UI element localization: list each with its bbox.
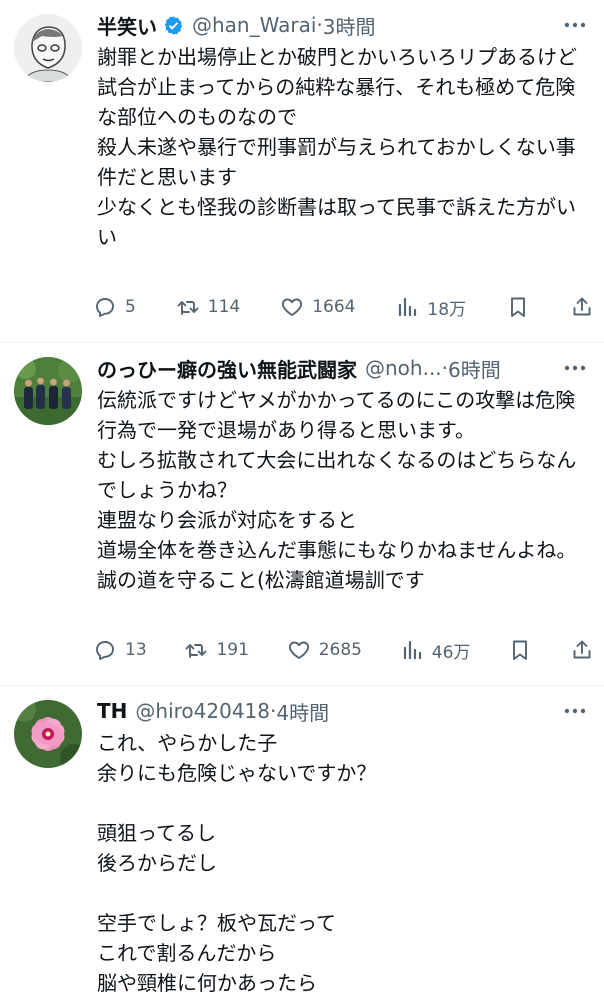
views-count: 18万 (427, 299, 467, 320)
reply-button[interactable]: 5 (93, 295, 136, 319)
retweet-count: 114 (207, 297, 241, 317)
share-button[interactable] (570, 295, 594, 319)
bookmark-icon (513, 640, 528, 660)
tweet-header: TH @hiro420418 · 4時間 (97, 694, 590, 728)
share-button[interactable] (570, 638, 594, 662)
retweet-count: 191 (216, 640, 249, 660)
heart-icon (282, 298, 303, 316)
retweet-icon (185, 644, 207, 658)
display-name[interactable]: TH (97, 699, 127, 723)
timestamp[interactable]: 3時間 (323, 11, 376, 40)
user-handle[interactable]: @hiro420418 (135, 699, 270, 723)
reply-icon (96, 641, 114, 660)
bookmark-icon (511, 297, 525, 317)
bookmark-button[interactable] (506, 295, 530, 319)
reply-icon (96, 298, 114, 317)
views-count: 46万 (431, 642, 471, 663)
retweet-button[interactable]: 191 (184, 638, 249, 662)
user-handle[interactable]: @han_Warai (192, 13, 316, 37)
reply-count: 13 (125, 640, 147, 660)
tweet-3[interactable]: TH @hiro420418 · 4時間 これ、やらかした子 余りにも危険じゃな… (0, 686, 604, 999)
more-options-icon[interactable] (562, 698, 588, 724)
timestamp[interactable]: 4時間 (276, 697, 329, 726)
tweet-header: 半笑い @han_Warai · 3時間 (97, 8, 590, 42)
tweet-text: これ、やらかした子 余りにも危険じゃないですか？ 頭狙ってるし 後ろからだし 空… (97, 731, 377, 995)
like-button[interactable]: 1664 (280, 295, 355, 319)
views-button[interactable]: 46万 (400, 638, 471, 663)
tweet-2[interactable]: のっひー癖の強い無能武闘家 @noh... · 6時間 伝統派ですけどヤメがかか… (0, 343, 604, 686)
reply-button[interactable]: 13 (93, 638, 147, 662)
reply-count: 5 (125, 297, 136, 317)
display-name[interactable]: のっひー癖の強い無能武闘家 (97, 354, 357, 383)
tweet-text: 伝統派ですけどヤメがかかってるのにこの攻撃は危険行為で一発で退場があり得ると思い… (97, 388, 577, 592)
like-count: 1664 (312, 297, 356, 317)
avatar[interactable] (14, 357, 82, 425)
tweet-actions: 5 114 1664 18万 (93, 289, 594, 325)
more-options-icon[interactable] (562, 12, 588, 38)
heart-icon (288, 641, 309, 659)
more-options-icon[interactable] (562, 355, 588, 381)
tweet-text: 謝罪とか出場停止とか破門とかいろいろリプあるけど 試合が止まってからの純粋な暴行… (97, 45, 577, 249)
tweet-actions: 13 191 2685 46万 (93, 632, 594, 668)
display-name[interactable]: 半笑い (97, 11, 157, 40)
retweet-icon (177, 301, 199, 315)
verified-badge-icon (163, 15, 184, 36)
views-icon (399, 297, 417, 317)
avatar[interactable] (14, 700, 82, 768)
share-icon (573, 297, 591, 316)
retweet-button[interactable]: 114 (176, 295, 240, 319)
timestamp[interactable]: 6時間 (448, 354, 501, 383)
like-count: 2685 (318, 640, 362, 660)
tweet-header: のっひー癖の強い無能武闘家 @noh... · 6時間 (97, 351, 590, 385)
avatar[interactable] (14, 14, 82, 82)
like-button[interactable]: 2685 (287, 638, 362, 662)
views-button[interactable]: 18万 (395, 295, 466, 320)
share-icon (573, 640, 591, 659)
bookmark-button[interactable] (508, 638, 532, 662)
user-handle[interactable]: @noh... (365, 356, 442, 380)
tweet-1[interactable]: 半笑い @han_Warai · 3時間 謝罪とか出場停止とか破門とかいろいろリ… (0, 0, 604, 343)
views-icon (403, 640, 421, 660)
